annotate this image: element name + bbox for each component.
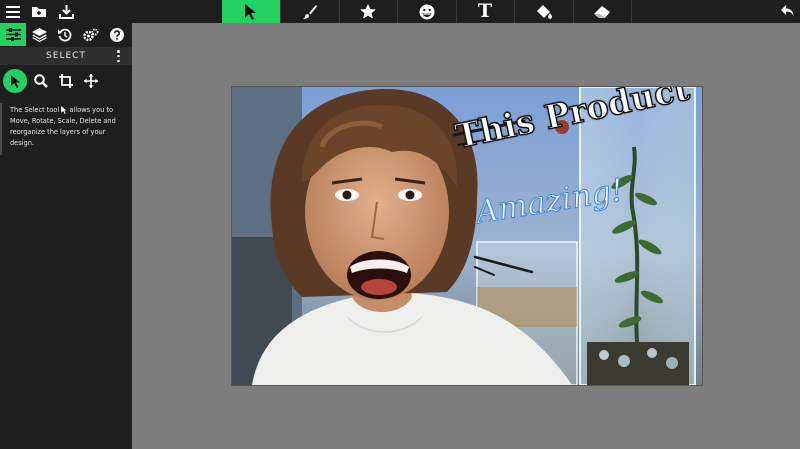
panel-title-bar: SELECT	[0, 47, 132, 65]
kebab-menu-icon[interactable]	[117, 50, 120, 62]
subtool-zoom[interactable]	[29, 69, 53, 93]
open-folder-icon[interactable]	[28, 0, 50, 23]
emoji-icon	[419, 4, 435, 19]
top-toolbar: T	[0, 0, 800, 23]
panel-tabs	[0, 23, 132, 46]
tool-text[interactable]: T	[456, 0, 515, 23]
star-icon	[360, 4, 376, 19]
tool-brush[interactable]	[281, 0, 340, 23]
pointer-icon	[61, 106, 67, 114]
zoom-icon	[34, 74, 48, 88]
canvas-photo	[232, 87, 702, 385]
pointer-icon	[10, 75, 20, 88]
undo-icon[interactable]	[776, 0, 798, 23]
crop-icon	[59, 74, 73, 88]
subtool-select[interactable]	[3, 69, 27, 93]
tab-adjust[interactable]	[0, 23, 26, 46]
help-icon	[110, 27, 124, 42]
eraser-icon	[594, 5, 610, 18]
design-canvas[interactable]: This Product Amazing!	[231, 86, 703, 386]
sliders-icon	[5, 28, 21, 41]
subtool-move[interactable]	[79, 69, 103, 93]
tab-help[interactable]	[104, 23, 130, 46]
tool-shapes[interactable]	[339, 0, 398, 23]
panel-title: SELECT	[46, 51, 86, 61]
menu-icon[interactable]	[3, 0, 23, 23]
pointer-icon	[245, 4, 256, 20]
brush-icon	[303, 4, 317, 19]
paint-bucket-icon	[536, 4, 552, 19]
history-icon	[58, 28, 72, 42]
download-icon[interactable]	[55, 0, 77, 23]
layers-icon	[31, 27, 47, 42]
move-icon	[84, 74, 98, 88]
text-icon: T	[477, 0, 493, 22]
tool-fill[interactable]	[515, 0, 574, 23]
tool-select[interactable]	[222, 0, 281, 23]
tab-layers[interactable]	[26, 23, 52, 46]
side-panel: SELECT The Select tool allows you to Mov…	[0, 23, 132, 449]
tool-help-text: The Select tool allows you to Move, Rota…	[0, 103, 130, 155]
select-subtools	[0, 67, 132, 97]
tab-settings[interactable]	[78, 23, 104, 46]
tool-eraser[interactable]	[573, 0, 632, 23]
help-text-start: The Select tool	[10, 106, 60, 114]
tab-history[interactable]	[52, 23, 78, 46]
subtool-crop[interactable]	[54, 69, 78, 93]
tool-emoji[interactable]	[398, 0, 457, 23]
settings-icon	[83, 28, 99, 41]
